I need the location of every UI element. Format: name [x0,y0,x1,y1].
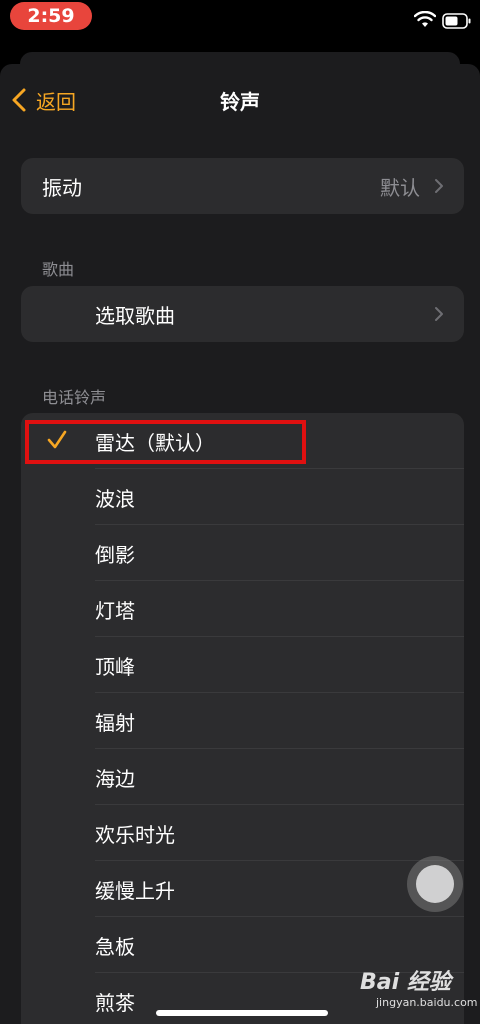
wifi-icon [414,11,436,27]
watermark-url: jingyan.baidu.com [376,996,478,1009]
vibration-value: 默认 [380,175,420,200]
ringtones-group: 雷达（默认） 波浪 倒影 灯塔 顶峰 辐射 海边 欢乐时光 缓慢上升 急板 煎茶 [21,413,464,1024]
ringtone-label: 倒影 [95,542,135,567]
vibration-row[interactable]: 振动 默认 [21,158,464,214]
ringtone-row[interactable]: 倒影 [21,525,464,581]
songs-section-header: 歌曲 [42,260,75,279]
ringtone-row[interactable]: 缓慢上升 [21,861,464,917]
battery-icon [442,13,471,29]
page-title: 铃声 [220,90,260,114]
ringtone-row[interactable]: 波浪 [21,469,464,525]
ringtone-label: 顶峰 [95,654,135,679]
ringtone-label: 灯塔 [95,598,135,623]
vibration-label: 振动 [42,175,82,200]
ringtone-label: 波浪 [95,486,135,511]
watermark-logo: Bai 经验 [360,970,451,995]
ringtone-label: 辐射 [95,710,135,735]
watermark: Bai 经验 jingyan.baidu.com [360,964,478,1020]
chevron-right-icon [435,307,443,321]
ringtone-row[interactable]: 海边 [21,749,464,805]
chevron-right-icon [435,179,443,193]
ringtone-row[interactable]: 灯塔 [21,581,464,637]
status-time[interactable]: 2:59 [10,2,92,30]
home-indicator[interactable] [156,1010,328,1016]
ringtone-label: 煎茶 [95,990,135,1015]
ringtones-section-header: 电话铃声 [42,388,107,407]
vibration-group: 振动 默认 [21,158,464,214]
songs-group: 选取歌曲 [21,286,464,342]
assistive-touch-button[interactable] [407,856,463,912]
ringtone-row[interactable]: 顶峰 [21,637,464,693]
pick-song-label: 选取歌曲 [95,303,175,328]
ringtone-label: 欢乐时光 [95,822,175,847]
ringtone-label: 急板 [95,934,135,959]
ringtone-label: 缓慢上升 [95,878,175,903]
ringtone-row[interactable]: 辐射 [21,693,464,749]
status-bar: 2:59 [0,0,480,40]
ringtone-label: 海边 [95,766,135,791]
assistive-touch-icon [416,865,454,903]
ringtone-row[interactable]: 欢乐时光 [21,805,464,861]
pick-song-row[interactable]: 选取歌曲 [21,286,464,342]
navigation-bar: 返回 铃声 [0,64,480,136]
annotation-highlight-box [25,420,306,464]
